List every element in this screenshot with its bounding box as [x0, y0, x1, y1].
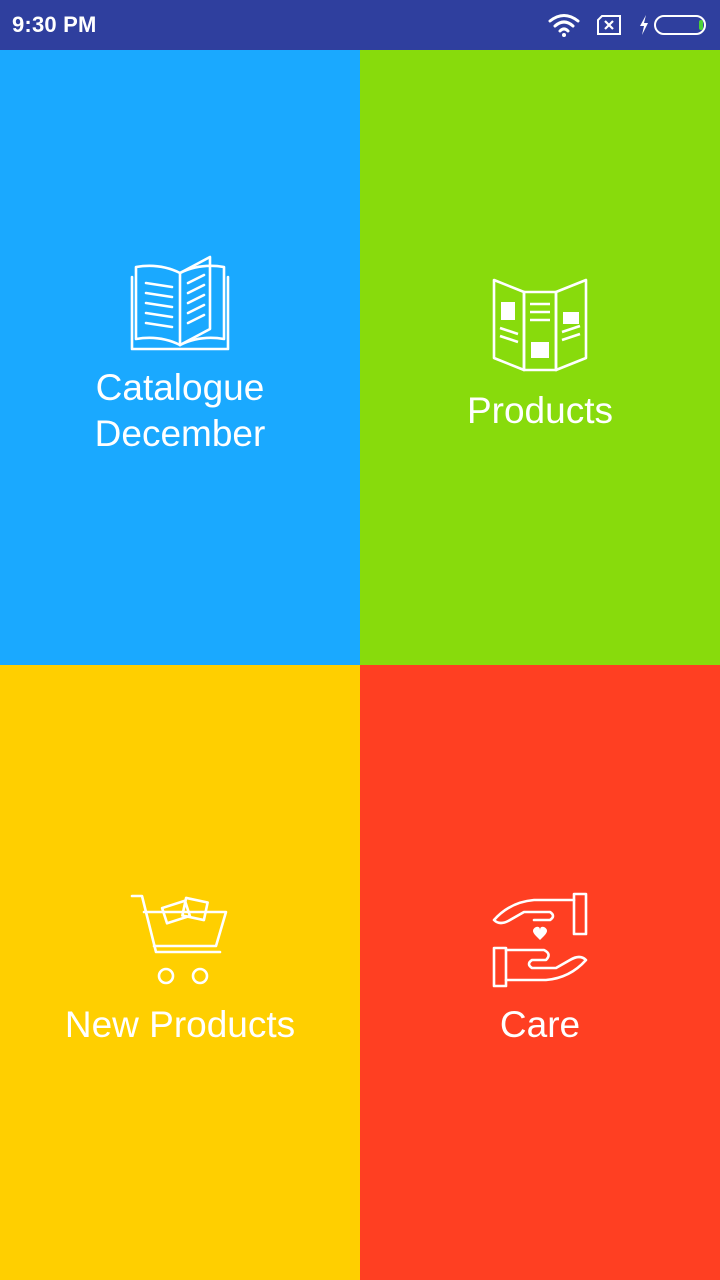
tile-content: Care — [360, 890, 720, 1048]
shopping-cart-icon — [130, 890, 230, 988]
catalogue-label-line2: December — [94, 413, 266, 454]
status-bar: 9:30 PM — [0, 0, 720, 50]
battery-group — [638, 14, 710, 36]
tile-content: Catalogue December — [0, 253, 360, 457]
brochure-icon — [490, 276, 590, 374]
products-label: Products — [466, 390, 613, 431]
new-products-label: New Products — [64, 1004, 296, 1045]
catalogue-label-line1: Catalogue — [95, 367, 265, 408]
status-time: 9:30 PM — [12, 12, 97, 37]
caring-hands-icon — [490, 890, 590, 988]
products-tile[interactable]: Products — [360, 50, 720, 665]
tile-content: Products — [360, 276, 720, 434]
catalogue-label: Catalogue December — [95, 365, 266, 457]
menu-grid: Catalogue December Products New Products… — [0, 50, 720, 1280]
sim-x-icon — [596, 14, 622, 36]
care-tile[interactable]: Care — [360, 665, 720, 1280]
status-icons — [548, 10, 710, 40]
care-label: Care — [499, 1004, 581, 1045]
battery-icon — [654, 14, 710, 36]
charging-icon — [638, 14, 650, 36]
new-products-tile[interactable]: New Products — [0, 665, 360, 1280]
catalogue-december-tile[interactable]: Catalogue December — [0, 50, 360, 665]
open-book-icon — [130, 253, 230, 351]
wifi-icon — [548, 13, 580, 37]
tile-content: New Products — [0, 890, 360, 1048]
